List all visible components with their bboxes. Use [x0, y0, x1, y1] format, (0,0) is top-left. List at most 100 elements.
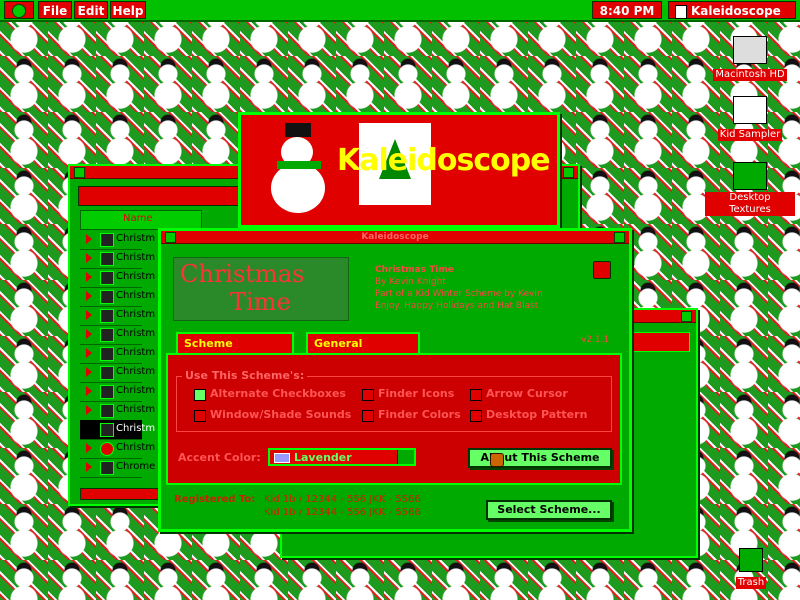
file-icon — [100, 290, 114, 304]
disclosure-triangle-icon[interactable] — [86, 234, 92, 244]
option-label: Finder Colors — [378, 408, 461, 421]
column-header-label: Name — [123, 213, 153, 224]
list-item-label: Christm — [116, 366, 156, 377]
list-item[interactable]: Christm — [80, 382, 155, 402]
use-scheme-group — [176, 376, 612, 432]
checkbox-finder-colors[interactable] — [362, 410, 374, 422]
list-item[interactable]: Christm — [80, 439, 155, 459]
option-label: Arrow Cursor — [486, 387, 568, 400]
apple-menu-icon[interactable] — [4, 1, 34, 19]
app-menu-label: Kaleidoscope — [691, 4, 781, 18]
option-label: Desktop Pattern — [486, 408, 588, 421]
application-menu[interactable]: Kaleidoscope — [668, 1, 796, 19]
list-item[interactable]: Christm — [80, 325, 155, 345]
document-pen-icon — [733, 96, 767, 124]
file-icon — [100, 328, 114, 342]
disclosure-triangle-icon[interactable] — [86, 291, 92, 301]
checkbox-window-shade-sounds[interactable] — [194, 410, 206, 422]
column-header-name[interactable]: Name — [80, 210, 202, 230]
disclosure-triangle-icon[interactable] — [86, 462, 92, 472]
menu-bar: File Edit Help 8:40 PM Kaleidoscope — [0, 0, 800, 22]
desktop-icon-kid-sampler[interactable]: Kid Sampler — [705, 96, 795, 141]
disclosure-triangle-icon[interactable] — [86, 310, 92, 320]
zoom-box-icon[interactable] — [681, 311, 692, 322]
file-icon — [100, 442, 114, 456]
tab-scheme-settings[interactable]: Scheme Settings — [176, 332, 294, 370]
desktop-icon-trash[interactable]: Trash — [706, 548, 796, 589]
accent-color-select[interactable]: Lavender — [268, 448, 416, 466]
scheme-author: By Kevin Knight — [375, 277, 446, 287]
file-icon — [100, 309, 114, 323]
menu-clock[interactable]: 8:40 PM — [592, 1, 662, 19]
list-item-label: Chrome — [116, 461, 156, 472]
desktop-icon-macintosh-hd[interactable]: Macintosh HD — [705, 36, 795, 81]
list-item-label: Christm — [116, 290, 156, 301]
disclosure-triangle-icon[interactable] — [86, 367, 92, 377]
list-item-selected[interactable]: Christm — [80, 420, 155, 440]
accent-color-value: Lavender — [294, 451, 352, 464]
menu-help[interactable]: Help — [110, 1, 146, 19]
chevron-down-icon[interactable] — [397, 450, 414, 464]
list-item[interactable]: Chrome — [80, 458, 155, 478]
hard-disk-icon — [733, 36, 767, 64]
list-item[interactable]: Christm — [80, 249, 155, 269]
registered-to-label: Registered To: — [174, 494, 256, 505]
option-label: Window/Shade Sounds — [210, 408, 352, 421]
checkbox-arrow-cursor[interactable] — [470, 389, 482, 401]
close-box-icon[interactable] — [74, 167, 85, 178]
pointer-cursor-icon — [490, 453, 504, 467]
file-icon — [100, 385, 114, 399]
disclosure-triangle-icon[interactable] — [86, 405, 92, 415]
list-item[interactable]: Christm — [80, 306, 155, 326]
file-list: Christm Christm Christm Christm Christm … — [80, 230, 155, 486]
list-item[interactable]: Christm — [80, 230, 155, 250]
list-item[interactable]: Christm — [80, 363, 155, 383]
list-item-label: Christm — [116, 442, 156, 453]
accent-color-label: Accent Color: — [178, 451, 261, 464]
kaleidoscope-banner: Kaleidoscope — [238, 112, 560, 228]
window-title: Kaleidoscope — [361, 232, 429, 242]
disclosure-triangle-icon[interactable] — [86, 348, 92, 358]
scheme-description-1: Part of a Kid Winter Scheme by Kevin — [375, 289, 543, 299]
body-shape — [271, 163, 325, 213]
list-item[interactable]: Christm — [80, 401, 155, 421]
checkbox-finder-icons[interactable] — [362, 389, 374, 401]
trash-icon — [739, 548, 763, 572]
checkbox-alternate-checkboxes[interactable] — [194, 389, 206, 401]
list-item[interactable]: Christm — [80, 268, 155, 288]
disclosure-triangle-icon[interactable] — [86, 272, 92, 282]
list-item[interactable]: Christm — [80, 287, 155, 307]
help-icon[interactable] — [593, 261, 611, 279]
list-item-label: Christm — [116, 271, 156, 282]
desktop-icon-label: Kid Sampler — [717, 129, 783, 141]
list-item-label: Christm — [116, 252, 156, 263]
tab-general-options[interactable]: General Options — [306, 332, 420, 370]
file-icon — [100, 423, 114, 437]
color-swatch-icon — [274, 453, 290, 463]
list-item[interactable]: Christm — [80, 344, 155, 364]
file-icon — [100, 366, 114, 380]
select-scheme-button[interactable]: Select Scheme... — [486, 500, 612, 520]
app-icon — [675, 4, 687, 19]
disclosure-triangle-icon[interactable] — [86, 253, 92, 263]
registered-line-2: Kid 1b / 12344 - 556 JKK - 5566 — [264, 507, 421, 518]
option-label: Finder Icons — [378, 387, 455, 400]
desktop-icon-label: Trash — [735, 577, 767, 589]
zoom-box-icon[interactable] — [614, 232, 625, 243]
menu-edit[interactable]: Edit — [74, 1, 108, 19]
desktop-icon-desktop-textures[interactable]: Desktop Textures — [705, 162, 795, 216]
main-window-titlebar[interactable]: Kaleidoscope — [161, 231, 629, 244]
file-icon — [100, 404, 114, 418]
list-item-label: Christm — [116, 347, 156, 358]
disclosure-triangle-icon[interactable] — [86, 443, 92, 453]
registered-line-1: Kid 1b / 12344 - 556 JKK - 5566 — [264, 494, 421, 505]
disclosure-triangle-icon[interactable] — [86, 329, 92, 339]
zoom-box-icon[interactable] — [563, 167, 574, 178]
option-label: Alternate Checkboxes — [210, 387, 346, 400]
disclosure-triangle-icon[interactable] — [86, 386, 92, 396]
menu-file[interactable]: File — [38, 1, 72, 19]
checkbox-desktop-pattern[interactable] — [470, 410, 482, 422]
scheme-preview-art: Christmas Time — [173, 257, 349, 321]
list-item-label: Christm — [116, 385, 156, 396]
folder-icon — [733, 162, 767, 190]
